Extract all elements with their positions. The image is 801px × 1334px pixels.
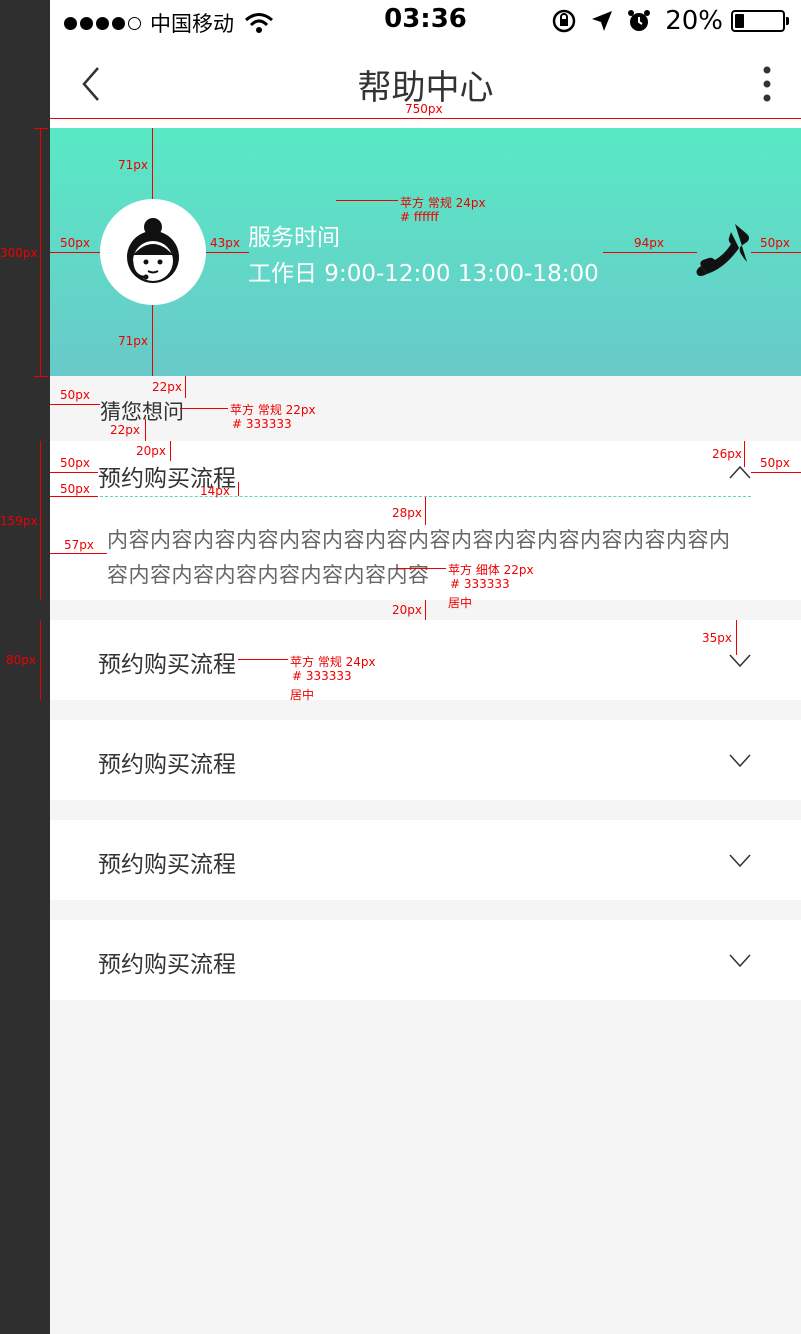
dim-label: 159px [0,514,38,528]
font-note: # 333333 [232,417,292,431]
dim-line [425,600,426,620]
chevron-up-icon[interactable] [729,465,751,479]
dim-line [736,620,737,655]
dim-line [751,252,801,253]
dim-line [50,553,107,554]
dim-label: 22px [152,380,182,394]
dim-line [751,472,801,473]
service-hours: 工作日 9:00-12:00 13:00-18:00 [248,261,599,287]
font-note: 苹方 细体 22px [448,563,534,577]
dim-line [50,472,98,473]
leader-line [396,568,446,569]
font-note: 居中 [290,688,315,702]
dim-line [50,496,98,497]
phone-icon[interactable] [695,222,751,282]
banner-height-label: 300px [0,246,38,260]
customer-service-avatar [100,199,206,305]
dim-line [152,128,153,199]
faq-question: 预约购买流程 [98,952,236,978]
battery-icon [731,10,789,32]
dim-label: 94px [634,236,664,250]
headset-agent-icon [127,218,179,283]
dim-label: 28px [392,506,422,520]
dim-label: 14px [200,484,230,498]
dim-line [50,252,100,253]
chevron-down-icon[interactable] [729,954,751,968]
faq-question: 预约购买流程 [98,752,236,778]
width-dimension-line [50,118,801,119]
dim-label: 50px [60,456,90,470]
dim-label: 26px [712,447,742,461]
more-vertical-icon[interactable] [757,66,777,102]
dim-label: 50px [760,456,790,470]
dim-line [185,376,186,398]
font-note: # 333333 [450,577,510,591]
faq-item[interactable]: 预约购买流程 [50,920,801,1000]
leader-line [238,659,288,660]
dim-label: 22px [110,423,140,437]
guess-section-label: 猜您想问 [100,400,184,424]
dim-label: 43px [210,236,240,250]
chevron-down-icon[interactable] [729,754,751,768]
faq-item[interactable]: 预约购买流程 [50,620,801,700]
dim-label: 50px [760,236,790,250]
dim-line [206,252,249,253]
dim-label: 71px [118,334,148,348]
tick [34,128,48,129]
dim-line [145,419,146,441]
dim-line [152,305,153,376]
location-arrow-icon [592,11,613,31]
battery-percent: 20% [665,6,723,36]
dim-label: 50px [60,388,90,402]
service-info: 服务时间 工作日 9:00-12:00 13:00-18:00 [248,220,599,292]
dim-line [40,441,41,600]
dim-label: 20px [136,444,166,458]
dim-line [425,497,426,525]
faq-question: 预约购买流程 [98,852,236,878]
tick [34,376,48,377]
dim-label: 71px [118,158,148,172]
width-dimension-label: 750px [405,102,443,116]
dim-line [238,482,239,496]
dim-label: 50px [60,482,90,496]
dim-line [40,620,41,700]
chevron-down-icon[interactable] [729,854,751,868]
dim-line [744,441,745,467]
dim-label: 20px [392,603,422,617]
alarm-icon [628,10,651,31]
faq-question: 预约购买流程 [98,652,236,678]
dim-label: 50px [60,236,90,250]
dim-label: 80px [6,653,36,667]
faq-answer: 内容内容内容内容内容内容内容内容内容内容内容内容内容内容内容内容内容内容内容内容… [107,528,731,587]
status-bar: 中国移动 03:36 20% [50,0,801,40]
faq-item[interactable]: 预约购买流程 [50,820,801,900]
leader-line [180,408,228,409]
banner-height-line [40,128,41,376]
chevron-down-icon[interactable] [729,654,751,668]
font-note: 苹方 常规 22px [230,403,316,417]
dim-label: 57px [64,538,94,552]
dim-line [603,252,697,253]
leader-line [336,200,398,201]
font-note: # ffffff [400,210,439,224]
dim-line [170,441,171,461]
font-note: 苹方 常规 24px [400,196,486,210]
service-time-label: 服务时间 [248,225,340,251]
font-note: 苹方 常规 24px [290,655,376,669]
faq-item[interactable]: 预约购买流程 [50,720,801,800]
dim-line [50,404,100,405]
dim-label: 35px [702,631,732,645]
rotation-lock-icon [552,9,576,33]
font-note: # 333333 [292,669,352,683]
font-note: 居中 [448,596,473,610]
